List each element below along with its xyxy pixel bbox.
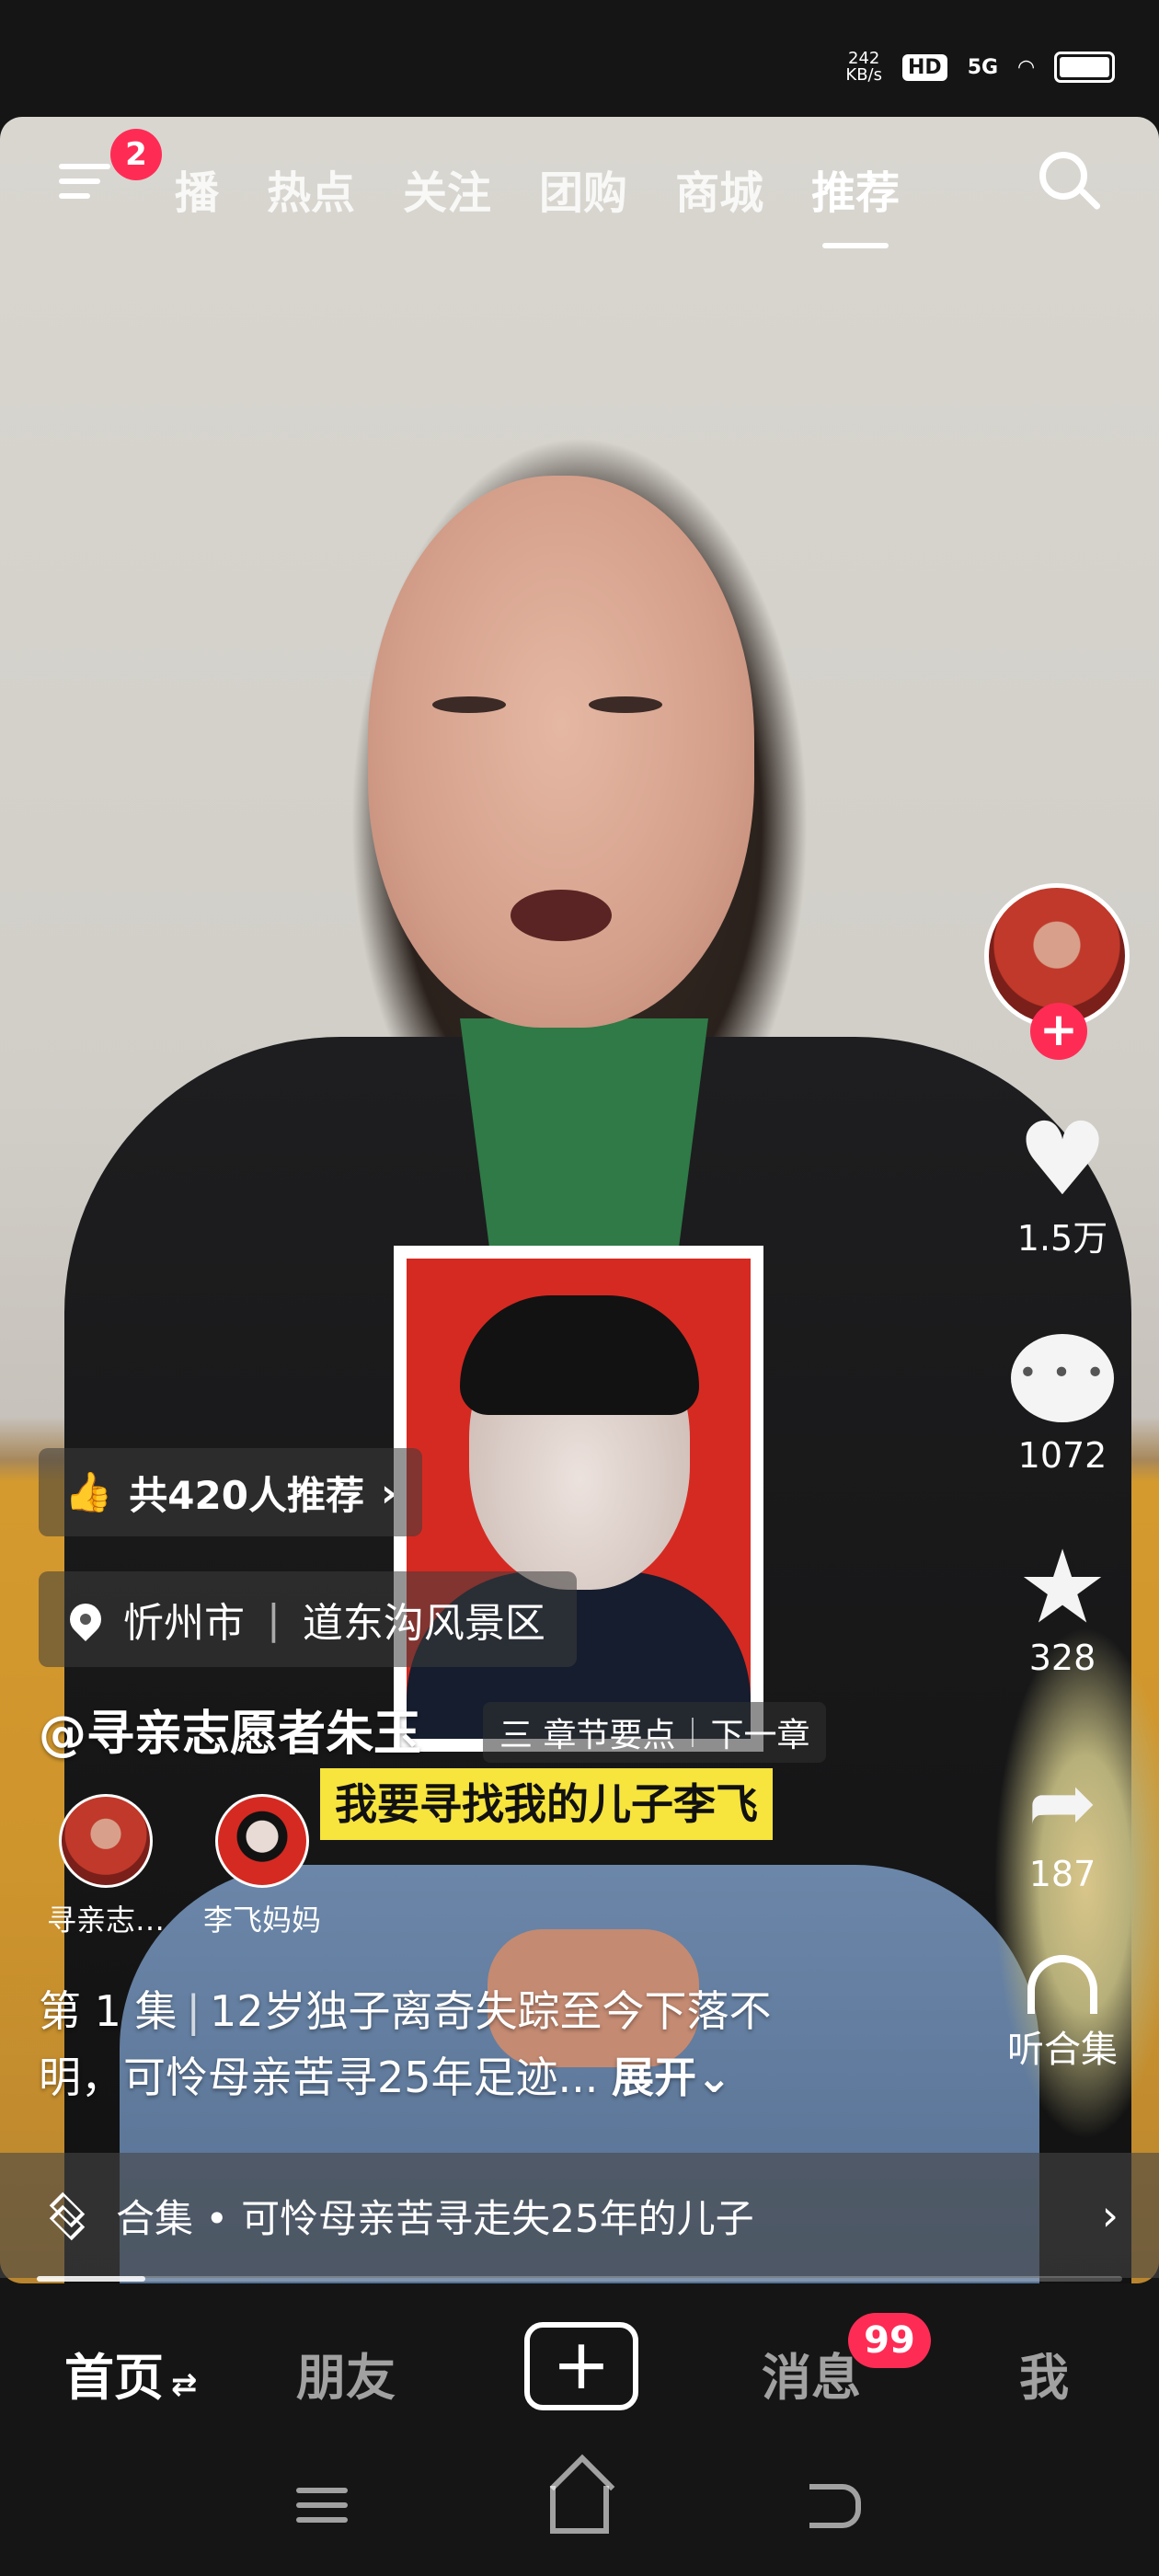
video-subtitle: 我要寻找我的儿子李飞 <box>320 1768 773 1840</box>
collection-title: 可怜母亲苦寻走失25年的儿子 <box>241 2195 754 2241</box>
coauthor-list: 寻亲志… 李飞妈妈 <box>46 1794 322 1939</box>
nav-home-label: 首页 <box>64 2349 164 2407</box>
menu-badge: 2 <box>110 129 162 180</box>
home-icon[interactable] <box>550 2486 609 2534</box>
listen-collection-label: 听合集 <box>1007 2029 1118 2071</box>
expand-label: 展开 <box>612 2053 697 2102</box>
star-icon: ★ <box>1016 1528 1108 1646</box>
location-pill[interactable]: 忻州市 | 道东沟风景区 <box>39 1571 577 1667</box>
signal-icon: 5G <box>967 55 999 79</box>
collection-bar[interactable]: 合集 • 可怜母亲苦寻走失25年的儿子 › <box>0 2153 1159 2278</box>
video-progress-fill <box>37 2276 145 2282</box>
video-description[interactable]: 第 1 集 | 12岁独子离奇失踪至今下落不明，可怜母亲苦寻25年足迹... 展开⌄ <box>39 1978 848 2110</box>
location-city: 忻州市 <box>123 1600 245 1647</box>
held-photo <box>394 1246 763 1752</box>
tab-live[interactable]: 播 <box>175 156 219 221</box>
episode-separator: | <box>186 1986 201 2036</box>
nav-home[interactable]: 首页 ⇄ <box>64 2337 198 2409</box>
location-separator: | <box>267 1595 281 1643</box>
chevron-right-icon: › <box>380 1469 397 1515</box>
create-button[interactable]: + <box>524 2322 638 2410</box>
like-count: 1.5万 <box>1016 1218 1108 1259</box>
avatar <box>215 1794 309 1888</box>
messages-badge: 99 <box>848 2313 931 2368</box>
next-chapter-button[interactable]: 下一章 <box>694 1708 826 1756</box>
comment-icon <box>1011 1334 1114 1422</box>
headphone-icon <box>1027 1955 1097 2014</box>
network-speed-unit: KB/s <box>845 65 883 85</box>
share-icon: ➦ <box>1027 1754 1097 1851</box>
location-pin-icon <box>63 1596 109 1642</box>
back-icon[interactable] <box>809 2484 861 2528</box>
tab-following[interactable]: 关注 <box>403 156 491 221</box>
battery-icon <box>1054 52 1115 83</box>
menu-icon[interactable] <box>59 164 110 208</box>
video-scene-eye <box>432 696 506 713</box>
author-name[interactable]: @寻亲志愿者朱玉 <box>39 1695 421 1764</box>
coauthor-name: 李飞妈妈 <box>202 1903 321 1938</box>
search-icon[interactable] <box>1039 152 1087 200</box>
network-speed: 242 KB/s <box>845 51 882 84</box>
status-bar: 242 KB/s HD 5G ◠ <box>0 0 1159 120</box>
hd-icon: HD <box>902 53 947 81</box>
coauthor-name: 寻亲志… <box>46 1903 165 1938</box>
chapter-controls: 三 章节要点 下一章 <box>483 1702 827 1763</box>
tab-recommend[interactable]: 推荐 <box>811 156 900 248</box>
video-progress-bar[interactable] <box>37 2276 1122 2282</box>
nav-friends[interactable]: 朋友 <box>296 2337 396 2409</box>
follow-button[interactable]: + <box>1030 1003 1087 1060</box>
video-scene-face <box>368 476 754 1028</box>
share-count: 187 <box>1028 1854 1096 1894</box>
location-place: 道东沟风景区 <box>302 1600 545 1647</box>
recommend-pill[interactable]: 👍 共420人推荐 › <box>39 1448 423 1536</box>
recommend-label: 共420人推荐 <box>129 1472 364 1518</box>
avatar <box>59 1794 153 1888</box>
recent-apps-icon[interactable] <box>296 2488 348 2532</box>
coauthor-item[interactable]: 李飞妈妈 <box>202 1794 322 1939</box>
comment-count: 1072 <box>1017 1435 1107 1476</box>
episode-label: 第 1 集 <box>39 1986 178 2036</box>
bottom-nav: 首页 ⇄ 朋友 + 消息 我 <box>0 2283 1159 2449</box>
wifi-icon: ◠ <box>1018 55 1034 79</box>
tab-group-buy[interactable]: 团购 <box>539 156 627 221</box>
chapter-points-button[interactable]: 三 章节要点 <box>483 1708 692 1756</box>
system-nav-bar <box>0 2449 1159 2576</box>
swap-icon: ⇄ <box>171 2366 198 2403</box>
comment-button[interactable]: 1072 <box>984 1334 1141 1476</box>
favorite-button[interactable]: ★ 328 <box>984 1536 1141 1678</box>
expand-button[interactable]: 展开⌄ <box>612 2053 732 2102</box>
share-button[interactable]: ➦ 187 <box>984 1753 1141 1894</box>
listen-collection-button[interactable]: 听合集 <box>984 1955 1141 2073</box>
chevron-right-icon: › <box>1101 2191 1119 2240</box>
photo-boy-hair <box>460 1295 699 1415</box>
favorite-count: 328 <box>1028 1638 1096 1678</box>
chevron-down-icon: ⌄ <box>696 2053 732 2102</box>
thumbs-up-icon: 👍 <box>64 1469 113 1514</box>
nav-me[interactable]: 我 <box>1019 2337 1069 2409</box>
like-button[interactable]: ♥ 1.5万 <box>984 1109 1141 1260</box>
nav-messages[interactable]: 消息 <box>762 2337 861 2409</box>
layers-icon <box>48 2194 90 2237</box>
heart-icon: ♥ <box>1016 1100 1108 1218</box>
video-scene-mouth <box>511 890 612 941</box>
status-icons: 242 KB/s HD 5G ◠ <box>845 44 1115 90</box>
coauthor-item[interactable]: 寻亲志… <box>46 1794 166 1939</box>
collection-label: 合集 • <box>116 2195 229 2241</box>
tab-hot[interactable]: 热点 <box>267 156 355 221</box>
video-scene-eye <box>589 696 662 713</box>
top-tabs: 播 热点 关注 团购 商城 推荐 <box>175 156 900 248</box>
tab-mall[interactable]: 商城 <box>675 156 763 221</box>
